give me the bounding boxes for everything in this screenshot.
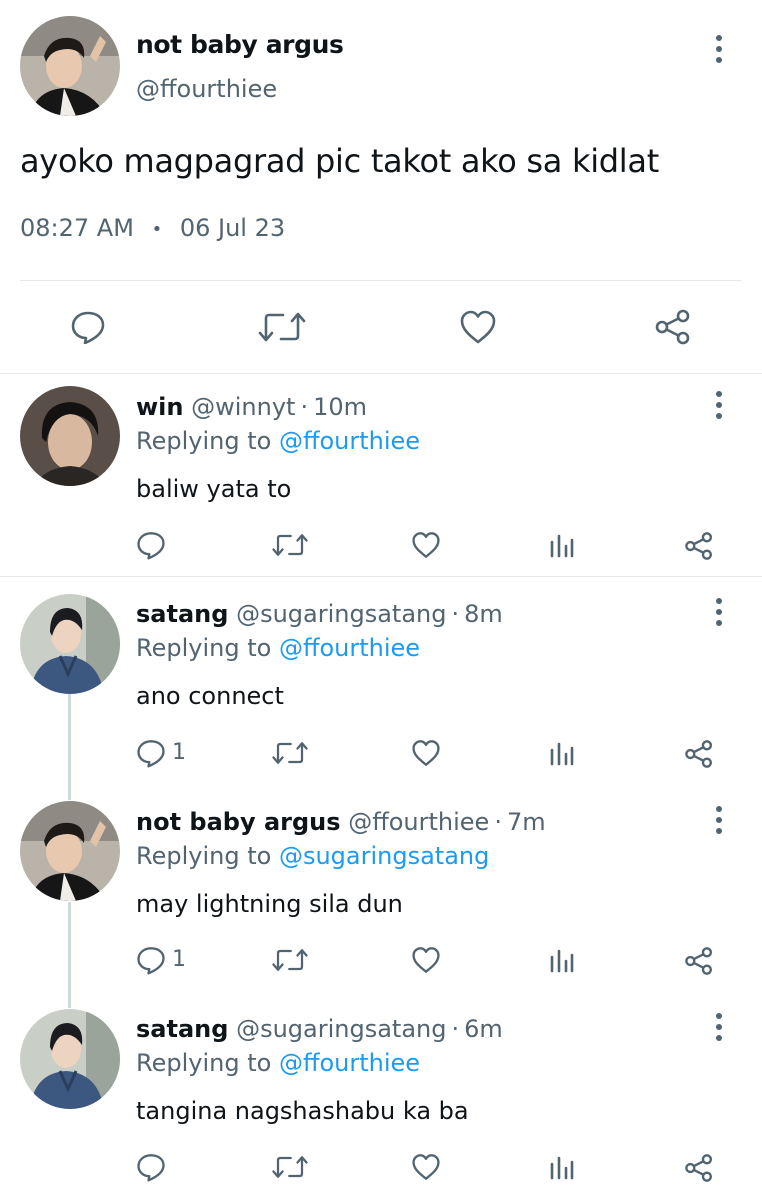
replying-to-link[interactable]: @ffourthiee (279, 634, 420, 662)
replying-to: Replying to @ffourthiee (136, 427, 420, 455)
replying-to-label: Replying to (136, 1049, 272, 1077)
reply-text: ano connect (136, 682, 284, 710)
reply-icon[interactable] (136, 1152, 166, 1182)
divider (0, 373, 762, 374)
like-icon[interactable] (411, 739, 441, 767)
display-name[interactable]: satang (136, 600, 228, 628)
avatar[interactable] (20, 386, 120, 486)
retweet-icon[interactable] (258, 310, 306, 344)
share-icon[interactable] (654, 308, 692, 346)
replying-to: Replying to @ffourthiee (136, 1049, 420, 1077)
more-options-icon[interactable] (709, 597, 729, 627)
reply-icon[interactable] (70, 310, 106, 344)
reply-time: 6m (464, 1015, 503, 1043)
reply-header: satang @sugaringsatang · 8m (136, 600, 503, 628)
display-name[interactable]: not baby argus (136, 30, 344, 59)
tweet-time: 08:27 AM (20, 214, 134, 242)
like-icon[interactable] (411, 1153, 441, 1181)
reply-header: win @winnyt · 10m (136, 393, 367, 421)
display-name[interactable]: satang (136, 1015, 228, 1043)
replying-to: Replying to @sugaringsatang (136, 842, 489, 870)
replying-to: Replying to @ffourthiee (136, 634, 420, 662)
retweet-icon[interactable] (272, 1154, 308, 1180)
avatar[interactable] (20, 1009, 120, 1109)
share-icon[interactable] (684, 1153, 714, 1183)
share-icon[interactable] (684, 531, 714, 561)
analytics-icon[interactable] (549, 947, 575, 973)
replying-to-link[interactable]: @ffourthiee (279, 1049, 420, 1077)
reply-icon[interactable] (136, 738, 166, 768)
avatar[interactable] (20, 16, 120, 116)
meta-separator: · (300, 393, 309, 421)
reply-icon[interactable] (136, 530, 166, 560)
reply-count: 1 (172, 947, 186, 972)
tweet-date: 06 Jul 23 (179, 214, 286, 242)
meta-separator: · (494, 808, 502, 836)
user-handle[interactable]: @sugaringsatang (236, 600, 446, 628)
analytics-icon[interactable] (549, 532, 575, 558)
replying-to-link[interactable]: @sugaringsatang (279, 842, 489, 870)
analytics-icon[interactable] (549, 740, 575, 766)
retweet-icon[interactable] (272, 532, 308, 558)
meta-separator: · (451, 1015, 460, 1043)
divider (20, 280, 742, 281)
share-icon[interactable] (684, 739, 714, 769)
tweet-timestamp: 08:27 AM • 06 Jul 23 (20, 214, 285, 242)
share-icon[interactable] (684, 946, 714, 976)
thread-line (68, 902, 71, 1008)
reply-text: may lightning sila dun (136, 890, 403, 918)
divider (0, 576, 762, 577)
like-icon[interactable] (411, 531, 441, 559)
display-name[interactable]: not baby argus (136, 808, 341, 836)
retweet-icon[interactable] (272, 947, 308, 973)
like-icon[interactable] (411, 946, 441, 974)
thread-line (68, 694, 71, 800)
replying-to-label: Replying to (136, 842, 272, 870)
more-options-icon[interactable] (709, 34, 729, 64)
reply-header: satang @sugaringsatang · 6m (136, 1015, 503, 1043)
more-options-icon[interactable] (709, 1012, 729, 1042)
reply-text: baliw yata to (136, 475, 292, 503)
avatar[interactable] (20, 594, 120, 694)
display-name[interactable]: win (136, 393, 183, 421)
reply-icon[interactable] (136, 945, 166, 975)
reply-header: not baby argus @ffourthiee · 7m (136, 808, 546, 836)
reply-time: 7m (506, 808, 546, 836)
user-handle[interactable]: @winnyt (191, 393, 295, 421)
more-options-icon[interactable] (709, 390, 729, 420)
avatar[interactable] (20, 801, 120, 901)
analytics-icon[interactable] (549, 1154, 575, 1180)
reply-text: tangina nagshashabu ka ba (136, 1097, 469, 1125)
retweet-icon[interactable] (272, 740, 308, 766)
replying-to-label: Replying to (136, 634, 272, 662)
user-handle[interactable]: @ffourthiee (136, 75, 277, 103)
meta-separator: · (451, 600, 460, 628)
replying-to-link[interactable]: @ffourthiee (279, 427, 420, 455)
tweet-text: ayoko magpagrad pic takot ako sa kidlat (20, 142, 659, 180)
user-handle[interactable]: @ffourthiee (348, 808, 489, 836)
reply-count: 1 (172, 740, 186, 765)
user-handle[interactable]: @sugaringsatang (236, 1015, 446, 1043)
more-options-icon[interactable] (709, 805, 729, 835)
reply-time: 8m (464, 600, 503, 628)
meta-separator: • (151, 218, 163, 240)
like-icon[interactable] (459, 309, 497, 345)
replying-to-label: Replying to (136, 427, 272, 455)
reply-time: 10m (313, 393, 368, 421)
